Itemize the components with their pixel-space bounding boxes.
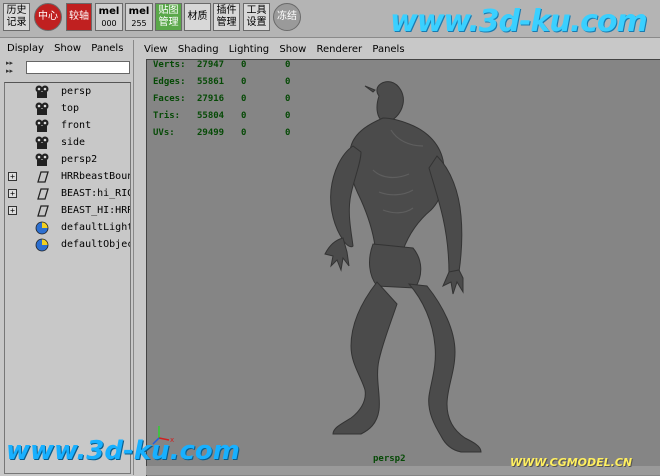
set-icon bbox=[35, 238, 49, 252]
viewport-menu-shading[interactable]: Shading bbox=[178, 44, 219, 55]
transform-icon bbox=[37, 171, 49, 183]
expand-icon[interactable]: + bbox=[8, 172, 17, 181]
viewport-menu-renderer[interactable]: Renderer bbox=[317, 44, 363, 55]
outliner-item-label: defaultObject bbox=[61, 239, 130, 250]
outliner-item-defaultobjectset[interactable]: defaultObject bbox=[5, 236, 130, 253]
shelf-button-label: 冻结 bbox=[277, 11, 297, 22]
plugin-manager-button[interactable]: 插件 管理 bbox=[213, 3, 240, 31]
outliner-item-label: BEAST_HI:HRRI bbox=[61, 205, 130, 216]
transform-icon bbox=[37, 188, 49, 200]
shelf-button-label: 历史 记录 bbox=[6, 5, 27, 28]
outliner-item-top[interactable]: top bbox=[5, 100, 130, 117]
outliner-item-hrrbeastbound[interactable]: + HRRbeastBound bbox=[5, 168, 130, 185]
mel-000-button[interactable]: mel 000 bbox=[95, 3, 123, 31]
camera-icon bbox=[35, 153, 49, 166]
site-brand-watermark: www.3d-ku.com bbox=[390, 4, 648, 39]
viewport-menu-lighting[interactable]: Lighting bbox=[229, 44, 269, 55]
set-icon bbox=[35, 221, 49, 235]
expand-icon[interactable]: + bbox=[8, 189, 17, 198]
outliner-item-defaultlightset[interactable]: defaultLightS bbox=[5, 219, 130, 236]
outliner-filter-input[interactable] bbox=[26, 61, 130, 74]
transform-icon bbox=[37, 205, 49, 217]
outliner-menu-show[interactable]: Show bbox=[54, 43, 81, 54]
camera-icon bbox=[35, 85, 49, 98]
camera-icon bbox=[35, 102, 49, 115]
outliner-panel: Display Show Panels ▸▸ ▸▸ persp top fron… bbox=[0, 40, 134, 475]
outliner-item-label: side bbox=[61, 137, 86, 148]
outliner-item-label: HRRbeastBound bbox=[61, 171, 130, 182]
pivot-button[interactable]: 较轴 bbox=[66, 3, 92, 31]
outliner-item-label: top bbox=[61, 103, 80, 114]
outliner-item-label: defaultLightS bbox=[61, 222, 130, 233]
outliner-item-persp2[interactable]: persp2 bbox=[5, 151, 130, 168]
beast-model[interactable]: x bbox=[147, 60, 660, 476]
outliner-item-label: front bbox=[61, 120, 92, 131]
history-button[interactable]: 历史 记录 bbox=[3, 3, 30, 31]
shelf-button-label: 贴图 管理 bbox=[158, 5, 179, 28]
freeze-button[interactable]: 冻结 bbox=[273, 3, 301, 31]
viewport-menu-view[interactable]: View bbox=[144, 44, 168, 55]
viewport-menu-show[interactable]: Show bbox=[279, 44, 306, 55]
outliner-item-label: persp bbox=[61, 86, 92, 97]
site-watermark-right: WWW.CGMODEL.CN bbox=[510, 456, 633, 469]
viewport-menu-panels[interactable]: Panels bbox=[372, 44, 404, 55]
shelf-button-sub: 255 bbox=[131, 19, 147, 28]
material-button[interactable]: 材质 bbox=[184, 3, 211, 31]
outliner-list[interactable]: persp top front side persp2 + HRRbeastBo… bbox=[4, 82, 131, 474]
camera-icon bbox=[35, 136, 49, 149]
center-button[interactable]: 中心 bbox=[34, 3, 62, 31]
camera-name-label: persp2 bbox=[373, 454, 406, 464]
site-watermark-left: www.3d-ku.com bbox=[6, 436, 240, 466]
outliner-menu-panels[interactable]: Panels bbox=[91, 43, 123, 54]
outliner-item-beast-hi-hrr[interactable]: + BEAST_HI:HRRI bbox=[5, 202, 130, 219]
outliner-item-front[interactable]: front bbox=[5, 117, 130, 134]
shelf-button-label: 材质 bbox=[187, 11, 208, 22]
3d-viewport[interactable]: Verts: 27947 0 0 Edges: 55861 0 0 Faces: 27916 0… bbox=[146, 59, 660, 476]
outliner-item-label: persp2 bbox=[61, 154, 98, 165]
outliner-filter-row: ▸▸ ▸▸ bbox=[4, 60, 130, 76]
texture-manager-button[interactable]: 贴图 管理 bbox=[155, 3, 182, 31]
shelf-button-label: 插件 管理 bbox=[216, 5, 237, 28]
shelf-toolbar: 历史 记录 中心 较轴 mel 000 mel 255 贴图 管理 材质 插件 … bbox=[0, 0, 660, 39]
shelf-button-label: 工具 设置 bbox=[246, 5, 267, 28]
outliner-menubar: Display Show Panels bbox=[0, 40, 133, 58]
expand-icon[interactable]: + bbox=[8, 206, 17, 215]
outliner-item-persp[interactable]: persp bbox=[5, 83, 130, 100]
outliner-item-beast-hi-rig[interactable]: + BEAST:hi_RIG bbox=[5, 185, 130, 202]
viewport-menubar: View Shading Lighting Show Renderer Pane… bbox=[137, 40, 660, 59]
filter-arrow-icon[interactable]: ▸▸ bbox=[6, 60, 22, 67]
shelf-button-label: mel bbox=[128, 6, 150, 17]
filter-arrow-icon[interactable]: ▸▸ bbox=[6, 68, 22, 75]
camera-icon bbox=[35, 119, 49, 132]
outliner-item-label: BEAST:hi_RIG bbox=[61, 188, 130, 199]
outliner-item-side[interactable]: side bbox=[5, 134, 130, 151]
shelf-button-label: mel bbox=[98, 6, 120, 17]
shelf-button-sub: 000 bbox=[101, 19, 117, 28]
shelf-button-label: 中心 bbox=[38, 11, 58, 22]
tool-settings-button[interactable]: 工具 设置 bbox=[243, 3, 270, 31]
shelf-button-label: 较轴 bbox=[69, 11, 89, 22]
outliner-menu-display[interactable]: Display bbox=[7, 43, 44, 54]
mel-255-button[interactable]: mel 255 bbox=[125, 3, 153, 31]
